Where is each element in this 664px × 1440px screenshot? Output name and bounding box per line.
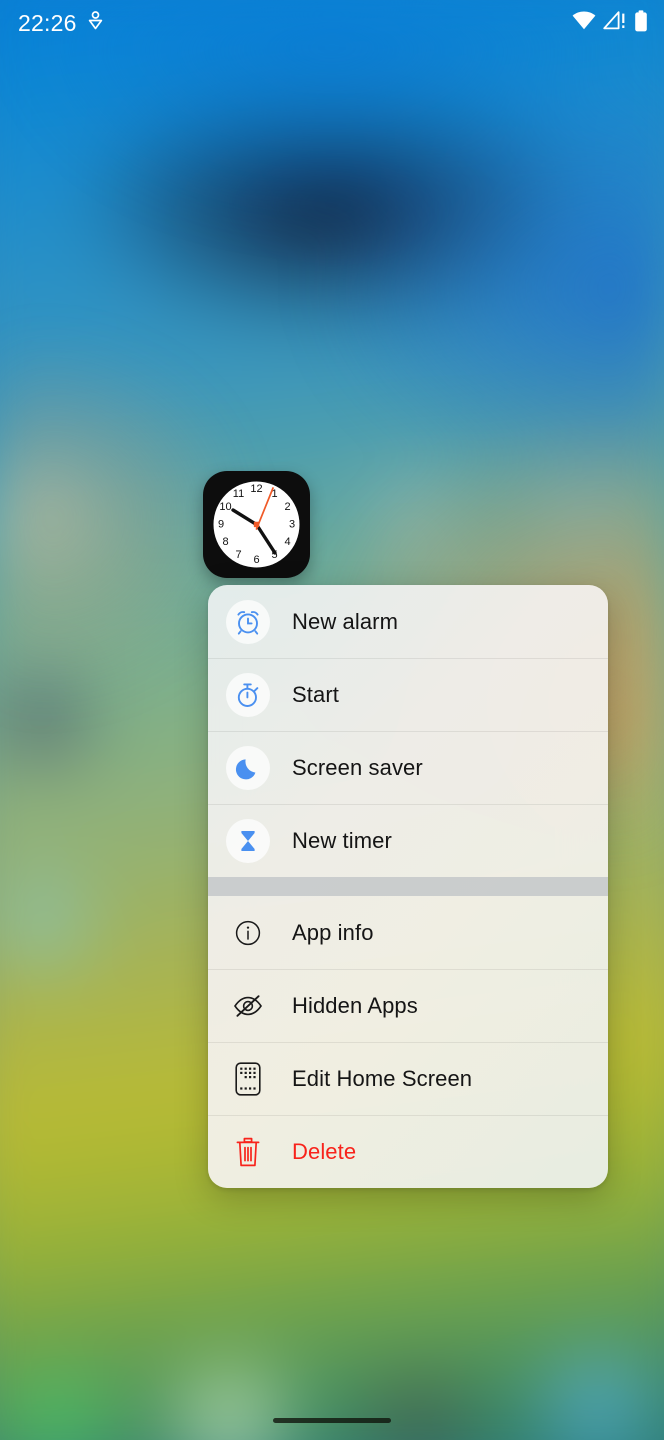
menu-item-label: App info: [292, 919, 374, 945]
trash-icon: [226, 1130, 270, 1174]
status-bar-right: [572, 9, 648, 37]
menu-group-system-actions: App info Hidden Apps Edit Home Screen De…: [208, 896, 608, 1188]
svg-text:4: 4: [284, 536, 290, 548]
menu-item-label: New alarm: [292, 608, 399, 634]
svg-text:8: 8: [222, 536, 228, 548]
phone-grid-icon: [226, 1057, 270, 1101]
info-circle-icon: [226, 911, 270, 955]
menu-item-delete[interactable]: Delete: [208, 1115, 608, 1188]
menu-item-edit-home-screen[interactable]: Edit Home Screen: [208, 1042, 608, 1115]
app-context-menu: New alarm Start Screen saver New timer A…: [208, 585, 608, 1188]
stopwatch-icon: [226, 672, 270, 717]
gesture-handle[interactable]: [273, 1418, 391, 1423]
status-bar-left: 22:26: [18, 11, 103, 35]
menu-item-screen-saver[interactable]: Screen saver: [208, 731, 608, 804]
wifi-icon: [572, 11, 596, 35]
clock-face-graphic: 12 1 2 3 4 5 6 7 8 9 10 11: [213, 481, 300, 568]
menu-item-app-info[interactable]: App info: [208, 896, 608, 969]
moon-icon: [226, 745, 270, 790]
status-bar: 22:26: [0, 0, 664, 46]
menu-item-label: Edit Home Screen: [292, 1065, 473, 1091]
menu-group-separator: [208, 877, 608, 896]
menu-item-hidden-apps[interactable]: Hidden Apps: [208, 969, 608, 1042]
menu-item-label: New timer: [292, 827, 392, 853]
clock-app-icon[interactable]: 12 1 2 3 4 5 6 7 8 9 10 11: [203, 471, 310, 578]
menu-item-label: Start: [292, 681, 339, 707]
hourglass-icon: [226, 818, 270, 863]
menu-item-start[interactable]: Start: [208, 658, 608, 731]
phone-screen: 22:26 12 1 2 3 4 5 6 7 8 9 10 11 New ala…: [0, 0, 664, 1440]
svg-text:2: 2: [284, 501, 290, 513]
svg-text:12: 12: [250, 483, 262, 495]
battery-full-icon: [634, 9, 648, 37]
cellular-signal-alert-icon: [603, 11, 627, 35]
menu-group-app-shortcuts: New alarm Start Screen saver New timer: [208, 585, 608, 877]
svg-text:9: 9: [218, 519, 224, 531]
status-bar-clock: 22:26: [18, 9, 77, 36]
menu-item-label: Screen saver: [292, 754, 423, 780]
heart-outline-icon: [88, 11, 103, 35]
svg-text:6: 6: [253, 554, 259, 566]
menu-item-new-timer[interactable]: New timer: [208, 804, 608, 877]
svg-text:7: 7: [235, 549, 241, 561]
alarm-clock-icon: [226, 599, 270, 644]
menu-item-label: Hidden Apps: [292, 992, 418, 1018]
svg-text:3: 3: [289, 519, 295, 531]
menu-item-new-alarm[interactable]: New alarm: [208, 585, 608, 658]
svg-text:11: 11: [233, 488, 244, 500]
menu-item-label: Delete: [292, 1138, 357, 1164]
eye-off-icon: [226, 984, 270, 1028]
svg-text:10: 10: [219, 501, 231, 513]
